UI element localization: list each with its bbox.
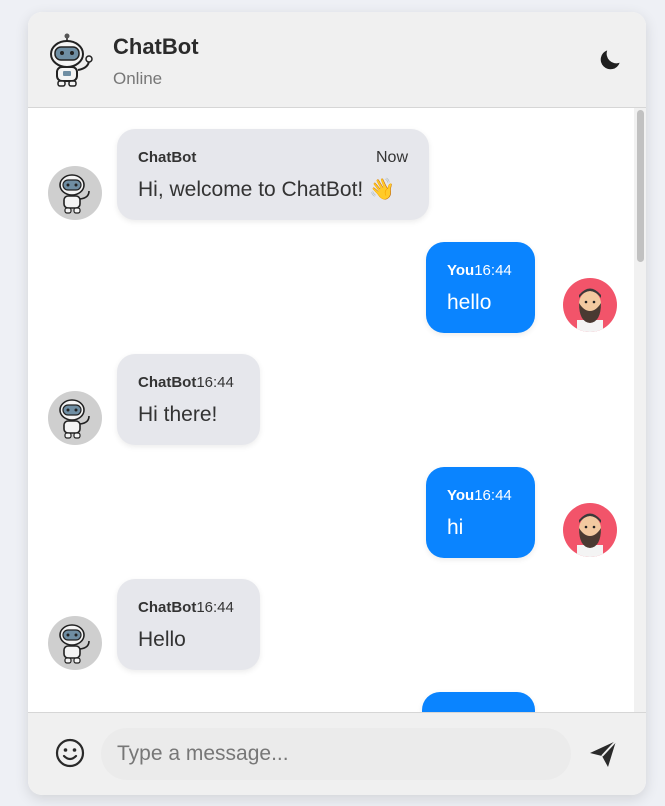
composer-bar <box>28 712 646 795</box>
robot-icon <box>59 174 90 214</box>
message-bubble-bot: ChatBot Now Hi, welcome to ChatBot! 👋 <box>117 129 429 220</box>
message-time: 16:44 <box>196 374 234 391</box>
chatbot-avatar <box>48 391 102 445</box>
message-bubble-bot: ChatBot16:44 Hello <box>117 579 260 670</box>
robot-icon <box>59 399 90 439</box>
message-text: Hello <box>138 628 186 651</box>
message-time: 16:44 <box>474 487 512 504</box>
message-sender: ChatBot <box>138 599 197 616</box>
chatbot-avatar <box>48 616 102 670</box>
message-bubble-user: You16:44 hello <box>426 242 535 333</box>
message-bubble-user: You16:44 hi <box>426 467 535 558</box>
chat-header: ChatBot Online <box>28 12 646 108</box>
message-sender: You <box>447 262 475 279</box>
bearded-man-icon <box>577 513 603 557</box>
message-time: 16:44 <box>474 262 512 279</box>
robot-icon <box>59 624 90 664</box>
send-icon[interactable] <box>586 737 620 771</box>
online-status: Online <box>113 69 163 88</box>
message-text: Hi, welcome to ChatBot! 👋 <box>138 178 396 201</box>
message-text: hi <box>447 516 464 539</box>
scrollbar-thumb[interactable] <box>637 110 644 262</box>
message-sender: ChatBot <box>138 149 197 166</box>
message-bubble-bot: ChatBot16:44 Hi there! <box>117 354 260 445</box>
message-text: Hi there! <box>138 403 218 426</box>
message-list[interactable]: ChatBot Now Hi, welcome to ChatBot! 👋 Yo… <box>28 108 646 712</box>
chat-title: ChatBot <box>113 34 199 59</box>
message-input[interactable] <box>101 728 571 780</box>
smiley-icon[interactable] <box>54 737 86 769</box>
chat-window: ChatBot Online ChatBot Now Hi, welcome t… <box>28 12 646 795</box>
chatbot-robot-icon <box>50 33 93 87</box>
message-sender: ChatBot <box>138 374 197 391</box>
moon-icon[interactable] <box>598 46 624 72</box>
user-avatar <box>563 278 617 332</box>
user-avatar <box>563 503 617 557</box>
message-sender: You <box>447 487 475 504</box>
chatbot-avatar <box>48 166 102 220</box>
message-text: hello <box>447 291 492 314</box>
message-time: 16:44 <box>196 599 234 616</box>
message-bubble-user-partial <box>422 692 535 712</box>
message-time: Now <box>375 149 408 166</box>
bearded-man-icon <box>577 288 603 332</box>
